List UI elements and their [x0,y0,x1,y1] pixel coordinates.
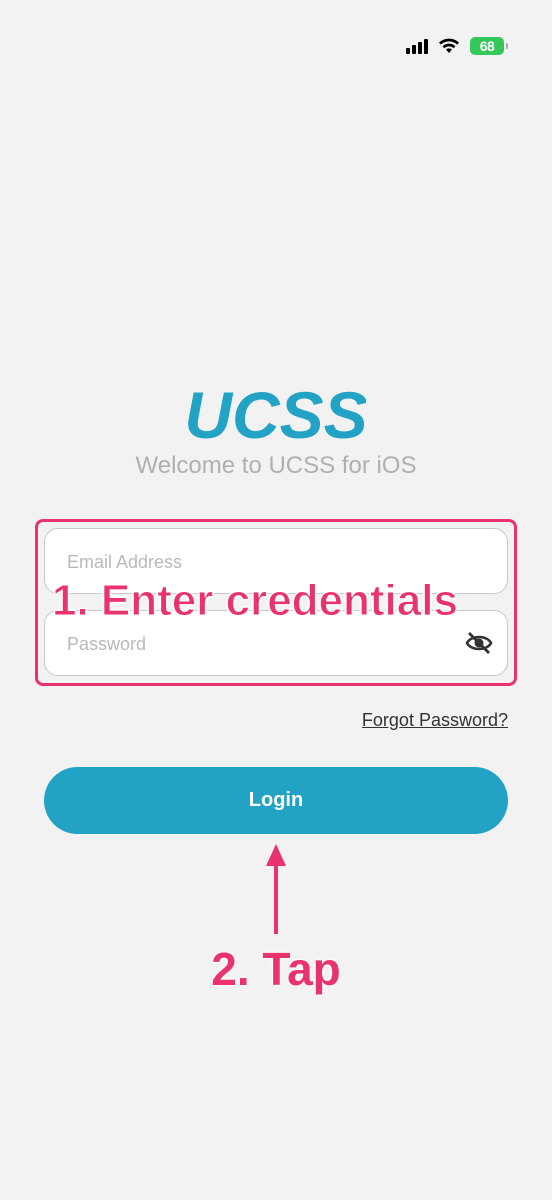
up-arrow-icon [264,842,288,941]
app-logo: UCSS [0,382,552,451]
ucss-logo: UCSS [186,382,366,446]
status-bar: 68 [406,34,508,58]
signal-icon [406,38,428,54]
wifi-icon [438,38,460,54]
login-button[interactable]: Login [44,767,508,834]
annotation-step2: 2. Tap [211,943,341,995]
battery-level: 68 [479,38,495,54]
annotation-step1: 1. Enter credentials [52,576,459,626]
forgot-password-link[interactable]: Forgot Password? [362,710,508,731]
logo-text: UCSS [186,382,366,446]
welcome-text: Welcome to UCSS for iOS [135,452,417,479]
battery-icon: 68 [470,37,508,55]
